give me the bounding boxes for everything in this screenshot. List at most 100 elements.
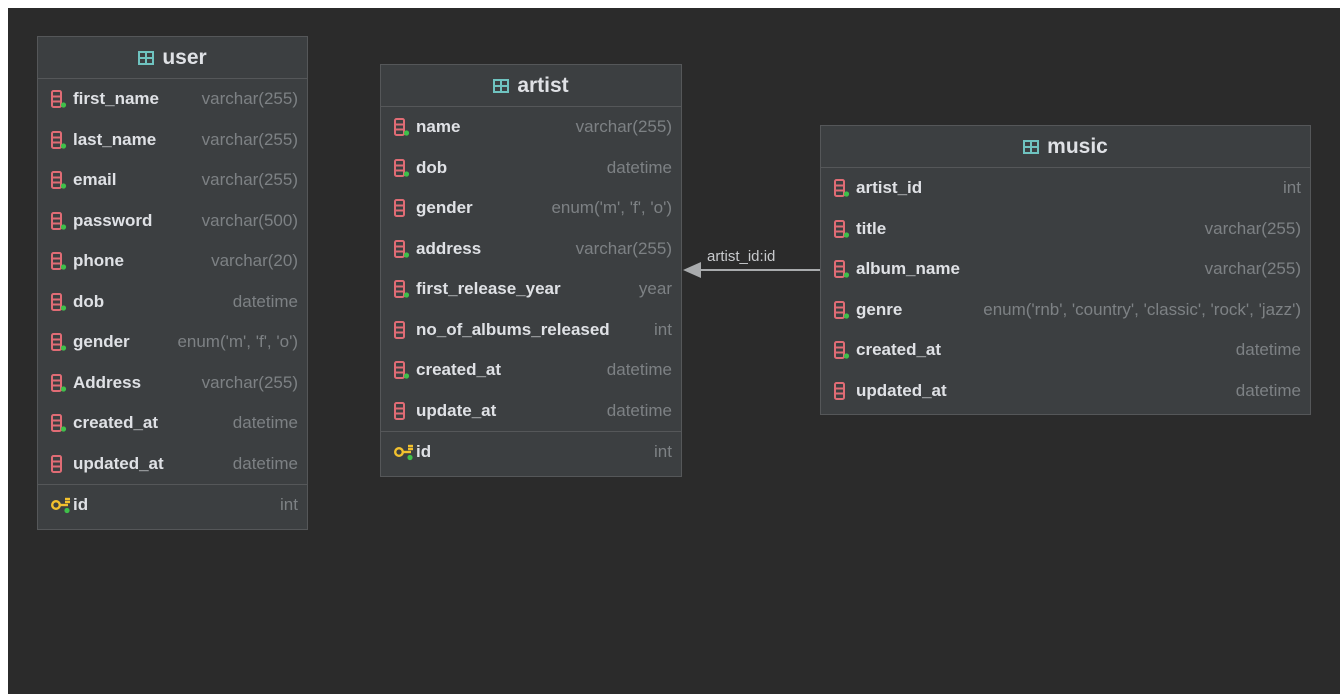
column-name: name xyxy=(416,117,461,137)
column-name: gender xyxy=(416,198,473,218)
table-grid-icon xyxy=(1023,139,1040,154)
column-icon xyxy=(393,117,411,137)
column-row[interactable]: address varchar(255) xyxy=(381,229,681,270)
column-row[interactable]: name varchar(255) xyxy=(381,107,681,148)
column-icon xyxy=(50,332,68,352)
column-row[interactable]: dob datetime xyxy=(38,282,307,323)
column-row[interactable]: updated_at datetime xyxy=(38,444,307,485)
column-row[interactable]: phone varchar(20) xyxy=(38,241,307,282)
column-icon xyxy=(393,198,411,218)
column-row[interactable]: album_name varchar(255) xyxy=(821,249,1310,290)
column-type: datetime xyxy=(1235,340,1301,360)
column-row[interactable]: Address varchar(255) xyxy=(38,363,307,404)
column-row[interactable]: genre enum('rnb', 'country', 'classic', '… xyxy=(821,290,1310,331)
column-row[interactable]: last_name varchar(255) xyxy=(38,120,307,161)
table-grid-icon xyxy=(138,50,155,65)
column-row[interactable]: update_at datetime xyxy=(381,391,681,432)
primary-key-icon xyxy=(50,495,72,515)
table-user[interactable]: user first_name varchar(255) last_name varch… xyxy=(37,36,308,530)
column-icon xyxy=(50,251,68,271)
table-name: music xyxy=(1047,134,1108,158)
column-type: varchar(255) xyxy=(201,89,298,109)
column-type: datetime xyxy=(606,157,672,177)
column-icon xyxy=(50,89,68,109)
column-row[interactable]: created_at datetime xyxy=(381,350,681,391)
column-type: year xyxy=(638,279,672,299)
table-grid-icon xyxy=(493,78,510,93)
column-icon xyxy=(50,170,68,190)
column-type: varchar(255) xyxy=(1204,218,1301,238)
column-icon xyxy=(833,381,851,401)
column-row[interactable]: updated_at datetime xyxy=(821,371,1310,412)
column-name: updated_at xyxy=(856,380,947,400)
table-header[interactable]: user xyxy=(38,37,307,79)
column-icon xyxy=(393,401,411,421)
column-type: int xyxy=(280,494,298,514)
column-icon xyxy=(50,130,68,150)
column-icon xyxy=(393,360,411,380)
column-row[interactable]: no_of_albums_released int xyxy=(381,310,681,351)
column-name: update_at xyxy=(416,400,497,420)
column-type: varchar(500) xyxy=(201,210,298,230)
column-type: varchar(255) xyxy=(201,129,298,149)
column-name: artist_id xyxy=(856,178,923,198)
column-type: datetime xyxy=(606,360,672,380)
column-icon xyxy=(50,292,68,312)
column-type: int xyxy=(1283,178,1301,198)
primary-key-row[interactable]: id int xyxy=(381,431,681,472)
column-type: varchar(255) xyxy=(201,170,298,190)
primary-key-row[interactable]: id int xyxy=(38,484,307,525)
column-type: datetime xyxy=(232,453,298,473)
column-row[interactable]: created_at datetime xyxy=(38,403,307,444)
column-name: dob xyxy=(416,157,448,177)
column-icon xyxy=(393,279,411,299)
column-name: id xyxy=(416,441,432,461)
column-icon xyxy=(50,211,68,231)
column-row[interactable]: password varchar(500) xyxy=(38,201,307,242)
column-icon xyxy=(393,320,411,340)
table-music[interactable]: music artist_id int title varchar(255) album_… xyxy=(820,125,1311,415)
column-type: varchar(255) xyxy=(201,372,298,392)
table-header[interactable]: music xyxy=(821,126,1310,168)
column-row[interactable]: gender enum('m', 'f', 'o') xyxy=(381,188,681,229)
column-name: address xyxy=(416,238,482,258)
column-row[interactable]: first_release_year year xyxy=(381,269,681,310)
primary-key-icon xyxy=(393,442,415,462)
column-type: int xyxy=(654,319,672,339)
column-row[interactable]: artist_id int xyxy=(821,168,1310,209)
column-type: datetime xyxy=(606,400,672,420)
column-row[interactable]: dob datetime xyxy=(381,148,681,189)
column-type: varchar(20) xyxy=(211,251,298,271)
column-type: varchar(255) xyxy=(575,238,672,258)
column-name: created_at xyxy=(856,340,942,360)
column-name: updated_at xyxy=(73,453,164,473)
relationship-label: artist_id:id xyxy=(707,248,776,265)
table-name: artist xyxy=(517,73,569,97)
column-name: created_at xyxy=(73,413,159,433)
column-row[interactable]: gender enum('m', 'f', 'o') xyxy=(38,322,307,363)
column-name: phone xyxy=(73,251,124,271)
column-icon xyxy=(833,178,851,198)
column-icon xyxy=(393,158,411,178)
column-icon xyxy=(833,300,851,320)
column-icon xyxy=(833,259,851,279)
column-row[interactable]: title varchar(255) xyxy=(821,209,1310,250)
column-icon xyxy=(833,219,851,239)
column-name: genre xyxy=(856,299,903,319)
column-icon xyxy=(393,239,411,259)
column-row[interactable]: first_name varchar(255) xyxy=(38,79,307,120)
table-name: user xyxy=(162,45,207,69)
column-type: datetime xyxy=(232,291,298,311)
column-type: enum('m', 'f', 'o') xyxy=(551,198,672,218)
column-row[interactable]: created_at datetime xyxy=(821,330,1310,371)
table-header[interactable]: artist xyxy=(381,65,681,107)
column-row[interactable]: email varchar(255) xyxy=(38,160,307,201)
column-name: last_name xyxy=(73,129,157,149)
column-type: datetime xyxy=(232,413,298,433)
table-artist[interactable]: artist name varchar(255) dob datetime gender e… xyxy=(380,64,682,477)
column-type: int xyxy=(654,441,672,461)
column-name: album_name xyxy=(856,259,960,279)
column-name: id xyxy=(73,494,89,514)
column-icon xyxy=(50,373,68,393)
diagram-canvas: artist_id:id user first_name varchar(255) l… xyxy=(8,8,1340,694)
